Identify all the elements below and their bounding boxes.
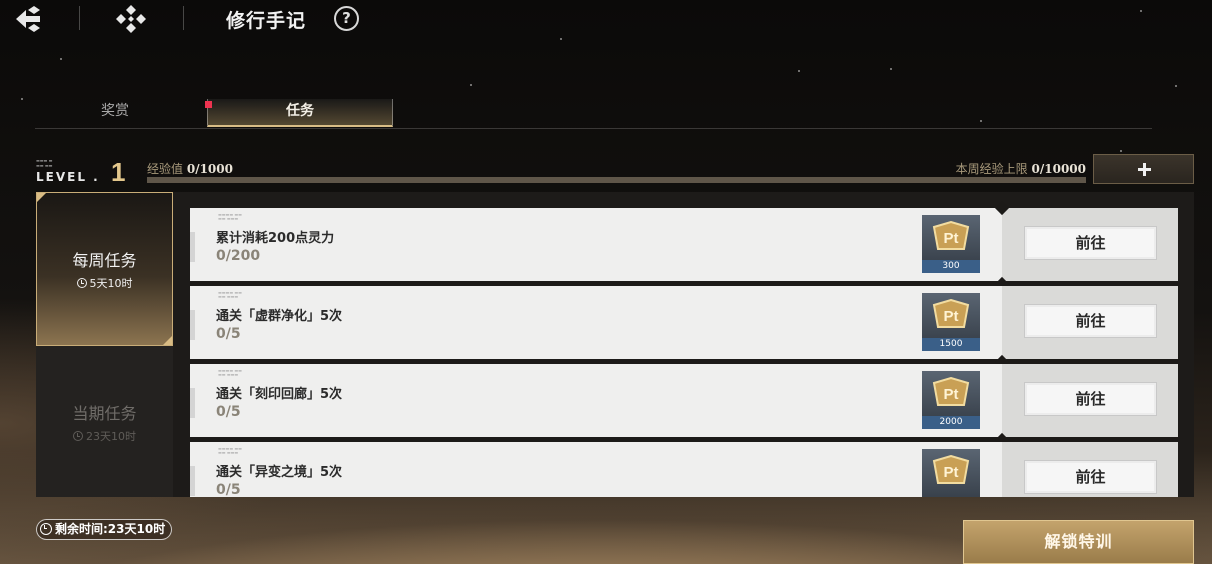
card-separator <box>190 438 1178 441</box>
clock-icon <box>40 523 52 535</box>
task-progress: 0/200 <box>216 248 261 264</box>
reward-amount: 2000 <box>922 416 980 429</box>
go-button[interactable]: 前往 <box>1024 382 1157 416</box>
tab-task[interactable]: 任务 <box>207 99 393 127</box>
back-arrow-icon <box>16 6 40 32</box>
reward-item[interactable]: Pt <box>922 449 980 497</box>
top-bar: 修行手记 ? <box>0 0 1212 38</box>
pt-icon: Pt <box>932 377 970 406</box>
svg-text:Pt: Pt <box>944 386 959 403</box>
task-list[interactable]: ▬▬▬▬ ▬▬ ▬▬ ▬▬▬ 累计消耗200点灵力 0/200 Pt 300 前往… <box>190 200 1178 497</box>
reward-item[interactable]: Pt 300 <box>922 215 980 273</box>
task-progress: 0/5 <box>216 482 241 497</box>
task-name: 通关「虚群净化」5次 <box>216 309 343 324</box>
go-button[interactable]: 前往 <box>1024 460 1157 494</box>
home-diamond-icon <box>116 5 146 33</box>
task-card: ▬▬▬▬ ▬▬ ▬▬ ▬▬▬ 通关「异变之境」5次 0/5 Pt 前往 <box>190 442 1178 497</box>
help-icon[interactable]: ? <box>334 6 359 31</box>
weekly-cap-label: 本周经验上限 0/10000 <box>955 162 1086 176</box>
task-name: 累计消耗200点灵力 <box>216 231 335 246</box>
reward-amount: 1500 <box>922 338 980 351</box>
remaining-time-label: 剩余时间:23天10时 <box>55 522 166 536</box>
task-card: ▬▬▬▬ ▬▬ ▬▬ ▬▬▬ 通关「虚群净化」5次 0/5 Pt 1500 前往 <box>190 286 1178 359</box>
pt-icon: Pt <box>932 299 970 328</box>
reward-amount: 300 <box>922 260 980 273</box>
level-number: 1 <box>111 157 126 187</box>
exp-progress-bar <box>147 177 1086 183</box>
buy-exp-button[interactable] <box>1093 154 1194 184</box>
task-progress: 0/5 <box>216 326 241 342</box>
topbar-divider <box>79 6 80 30</box>
level-decoration: ▬▬▬ ▬ ▬▬ ▬▬ <box>36 158 53 168</box>
svg-text:Pt: Pt <box>944 308 959 325</box>
home-button[interactable] <box>116 5 146 33</box>
task-panel: 每周任务 5天10时 当期任务 23天10时 ▬▬▬▬ ▬▬ ▬▬ ▬▬▬ 累计消… <box>36 192 1194 497</box>
level-label: LEVEL . <box>36 170 100 184</box>
reward-item[interactable]: Pt 2000 <box>922 371 980 429</box>
task-card: ▬▬▬▬ ▬▬ ▬▬ ▬▬▬ 通关「刻印回廊」5次 0/5 Pt 2000 前往 <box>190 364 1178 437</box>
go-button[interactable]: 前往 <box>1024 304 1157 338</box>
task-name: 通关「刻印回廊」5次 <box>216 387 343 402</box>
topbar-divider <box>183 6 184 30</box>
tab-reward[interactable]: 奖赏 <box>35 99 195 127</box>
svg-text:Pt: Pt <box>944 464 959 481</box>
svg-text:Pt: Pt <box>944 230 959 247</box>
card-separator <box>190 282 1178 285</box>
back-button[interactable] <box>14 6 44 32</box>
category-timer: 5天10时 <box>37 275 172 291</box>
category-period[interactable]: 当期任务 23天10时 <box>36 346 173 497</box>
reward-item[interactable]: Pt 1500 <box>922 293 980 351</box>
go-button[interactable]: 前往 <box>1024 226 1157 260</box>
pt-icon: Pt <box>932 455 970 484</box>
category-weekly[interactable]: 每周任务 5天10时 <box>36 192 173 346</box>
clock-icon <box>76 278 87 288</box>
tab-bar: 奖赏 任务 <box>35 99 1152 129</box>
exp-value: 0/1000 <box>186 162 233 176</box>
category-title: 当期任务 <box>72 404 137 423</box>
remaining-time-badge: 剩余时间:23天10时 <box>36 519 173 540</box>
category-timer: 23天10时 <box>36 428 173 444</box>
task-card: ▬▬▬▬ ▬▬ ▬▬ ▬▬▬ 累计消耗200点灵力 0/200 Pt 300 前往 <box>190 208 1178 281</box>
clock-icon <box>73 431 83 441</box>
unlock-training-button[interactable]: 解锁特训 <box>963 520 1194 564</box>
exp-label: 经验值 0/1000 <box>147 162 233 176</box>
task-progress: 0/5 <box>216 404 241 420</box>
weekly-cap-value: 0/10000 <box>1031 162 1086 176</box>
notification-dot <box>205 101 212 108</box>
pt-icon: Pt <box>932 221 970 250</box>
page-title: 修行手记 <box>226 10 307 32</box>
card-separator <box>190 360 1178 363</box>
task-name: 通关「异变之境」5次 <box>216 465 343 480</box>
category-title: 每周任务 <box>72 251 137 270</box>
